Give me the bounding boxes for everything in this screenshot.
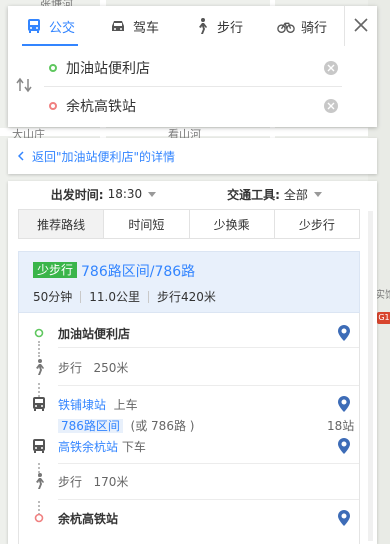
map-pin-icon[interactable]	[338, 510, 350, 526]
walk-icon	[31, 359, 47, 375]
line-text: 786路区间 (或 786路 )	[58, 417, 194, 434]
bus-icon	[25, 17, 43, 35]
route-walk: 步行420米	[157, 290, 216, 304]
bus-line-link[interactable]: 786路区间	[58, 418, 123, 433]
swap-endpoints-button[interactable]	[14, 74, 34, 98]
destination-dot-icon	[49, 102, 57, 110]
depart-time-value: 18:30	[107, 187, 143, 201]
tab-bike[interactable]: 骑行	[260, 6, 344, 46]
divider	[58, 463, 359, 464]
route-search-panel: 公交 驾车 步行 骑行 加油站便利店 余杭高铁站	[8, 6, 377, 127]
transport-label: 交通工具:	[227, 187, 280, 202]
tab-walk[interactable]: 步行	[176, 6, 260, 46]
back-to-place-link[interactable]: 返回"加油站便利店"的详情	[8, 138, 377, 174]
walk-2-label: 步行	[58, 474, 83, 489]
walk-2-text: 步行 170米	[58, 473, 128, 490]
route-tag-badge: 少步行	[33, 262, 78, 278]
clear-origin-button[interactable]	[324, 60, 338, 75]
caret-down-icon	[148, 191, 157, 197]
chevron-left-icon	[18, 151, 24, 161]
divider	[58, 347, 359, 348]
map-pin-icon[interactable]	[338, 396, 350, 412]
depart-time-label: 出发时间:	[50, 187, 104, 202]
divider	[148, 290, 150, 303]
step-start-text: 加油站便利店	[58, 326, 131, 341]
route-summary-card[interactable]: 少步行 786路区间/786路 50分钟 11.0公里 步行420米	[18, 251, 360, 313]
end-dot-icon	[31, 510, 47, 526]
walk-icon	[31, 473, 47, 489]
walk-icon	[193, 17, 211, 35]
clear-icon	[327, 102, 335, 110]
step-end: 余杭高铁站	[19, 507, 359, 529]
back-link-text: 返回"加油站便利店"的详情	[32, 149, 176, 164]
walk-2-distance: 170米	[93, 474, 129, 489]
map-pin-icon[interactable]	[338, 438, 350, 454]
tab-bike-label: 骑行	[300, 20, 327, 36]
route-name: 786路区间/786路	[81, 264, 196, 280]
destination-field[interactable]: 余杭高铁站	[44, 87, 342, 125]
start-dot-icon	[31, 325, 47, 341]
origin-dot-icon	[49, 63, 57, 72]
tab-walk-label: 步行	[216, 20, 243, 36]
map-pin-icon[interactable]	[338, 325, 350, 341]
route-meta: 50分钟 11.0公里 步行420米	[33, 288, 216, 305]
transport-value: 全部	[283, 187, 308, 202]
travel-mode-tabs: 公交 驾车 步行 骑行	[8, 6, 344, 46]
walk-1-distance: 250米	[93, 360, 129, 375]
clear-icon	[327, 64, 335, 71]
sort-tab-recommended[interactable]: 推荐路线	[19, 210, 104, 238]
board-action: 上车	[113, 397, 138, 412]
alight-station-link[interactable]: 高铁余杭站	[58, 440, 118, 454]
route-steps: 加油站便利店 步行 250米 铁铺埭站 上车 786路区间 (或 786路) …	[18, 313, 360, 544]
tab-drive-label: 驾车	[132, 20, 159, 36]
step-alight: 高铁余杭站 下车	[19, 435, 359, 457]
tab-bus[interactable]: 公交	[8, 6, 92, 46]
sort-tab-least-walking[interactable]: 少步行	[273, 210, 359, 238]
route-duration: 50分钟	[33, 290, 73, 304]
step-board: 铁铺埭站 上车	[19, 393, 359, 415]
walk-1-label: 步行	[58, 360, 83, 375]
depart-time-select[interactable]: 出发时间: 18:30	[18, 186, 189, 203]
tab-drive[interactable]: 驾车	[92, 6, 176, 46]
map-label: 实馆	[375, 290, 390, 301]
step-line: 786路区间 (或 786路 ) 18站	[19, 415, 359, 435]
bus-stop-icon	[31, 396, 47, 412]
origin-text: 加油站便利店	[66, 60, 150, 77]
filter-row: 出发时间: 18:30 交通工具: 全部	[18, 181, 360, 207]
divider	[58, 499, 359, 500]
car-icon	[109, 17, 127, 35]
swap-icon	[16, 77, 32, 96]
divider	[58, 385, 359, 386]
route-distance: 11.0公里	[89, 290, 141, 304]
divider	[80, 290, 82, 303]
step-start: 加油站便利店	[19, 323, 359, 343]
bike-icon	[277, 17, 295, 35]
origin-field[interactable]: 加油站便利店	[44, 49, 342, 87]
route-results-panel: 出发时间: 18:30 交通工具: 全部 推荐路线 时间短 少换乘 少步行 少步…	[8, 181, 377, 544]
line-alternative: (或 786路 )	[130, 418, 195, 433]
sort-tabs: 推荐路线 时间短 少换乘 少步行	[18, 209, 360, 239]
clear-destination-button[interactable]	[324, 99, 338, 113]
alight-text: 高铁余杭站 下车	[58, 438, 146, 455]
bus-stop-icon	[31, 438, 47, 454]
step-end-text: 余杭高铁站	[58, 511, 119, 526]
scrollbar[interactable]	[368, 211, 373, 541]
alight-action: 下车	[121, 439, 146, 454]
walk-1-text: 步行 250米	[58, 359, 128, 376]
board-text: 铁铺埭站 上车	[58, 396, 138, 413]
close-button[interactable]	[344, 6, 377, 46]
transport-select[interactable]: 交通工具: 全部	[189, 186, 360, 203]
close-icon	[354, 17, 368, 35]
step-walk-1: 步行 250米	[19, 356, 359, 378]
stop-count: 18站	[327, 418, 355, 433]
sort-tab-fastest[interactable]: 时间短	[103, 210, 189, 238]
step-walk-2: 步行 170米	[19, 470, 359, 492]
destination-text: 余杭高铁站	[66, 99, 136, 115]
sort-tab-fewest-transfers[interactable]: 少换乘	[188, 210, 274, 238]
highway-shield: G1	[377, 312, 390, 324]
tab-bus-label: 公交	[48, 20, 75, 36]
caret-down-icon	[313, 191, 322, 197]
board-station-link[interactable]: 铁铺埭站	[58, 398, 106, 412]
dotted-connector	[38, 341, 40, 357]
